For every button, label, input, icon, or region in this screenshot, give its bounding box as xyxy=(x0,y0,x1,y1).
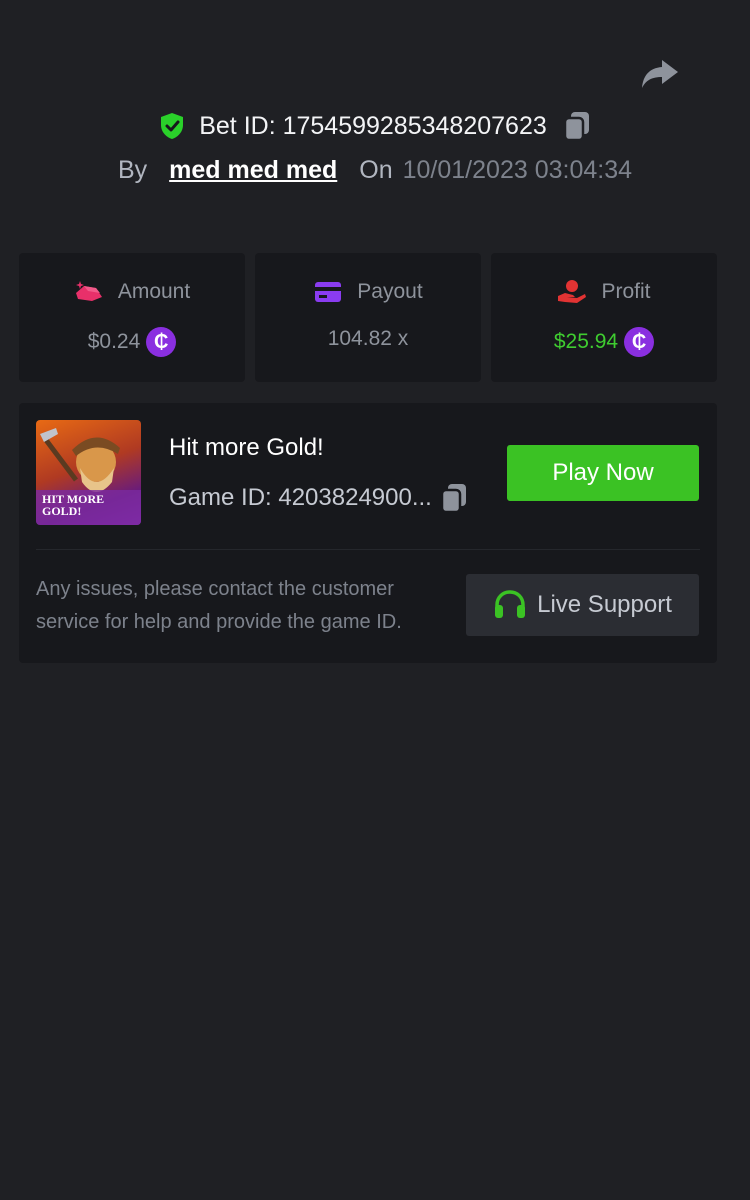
stat-amount-value: $0.24 xyxy=(87,330,141,353)
game-title: Hit more Gold! xyxy=(169,434,324,461)
game-card: HIT MORE GOLD! Hit more Gold! Game ID: 4… xyxy=(19,403,717,663)
hand-coin-icon xyxy=(558,280,587,303)
stat-amount: Amount $0.24 ₵ xyxy=(19,253,245,382)
stat-profit-label: Profit xyxy=(601,280,651,303)
coin-icon: ₵ xyxy=(624,327,655,357)
bet-id-text: Bet ID: 1754599285348207623 xyxy=(199,111,547,140)
game-thumbnail[interactable]: HIT MORE GOLD! xyxy=(36,420,141,525)
stat-payout-value: 104.82 x xyxy=(327,327,409,350)
by-label: By xyxy=(117,156,148,184)
gold-bars-icon xyxy=(75,281,102,301)
bet-id-row: Bet ID: 1754599285348207623 xyxy=(0,110,750,142)
game-id-row: Game ID: 4203824900... xyxy=(169,482,468,514)
card-icon xyxy=(315,282,342,302)
bet-datetime: 10/01/2023 03:04:34 xyxy=(402,156,633,184)
author-row: By med med med On 10/01/2023 03:04:34 xyxy=(0,156,750,185)
copy-icon[interactable] xyxy=(563,110,591,142)
thumb-logo-text: HIT MORE GOLD! xyxy=(42,492,105,518)
share-icon[interactable] xyxy=(640,56,680,92)
copy-icon[interactable] xyxy=(440,482,468,514)
headset-icon xyxy=(495,590,526,618)
stat-profit-value: $25.94 xyxy=(553,330,619,353)
verified-shield-icon xyxy=(161,113,184,139)
coin-icon: ₵ xyxy=(146,327,177,357)
stat-profit: Profit $25.94 ₵ xyxy=(491,253,717,382)
on-label: On xyxy=(359,156,393,184)
stats-row: Amount $0.24 ₵ Payout 104.82 x Profit $2… xyxy=(19,253,717,382)
stat-amount-label: Amount xyxy=(117,280,191,303)
stat-payout-label: Payout xyxy=(357,280,423,303)
live-support-button[interactable]: Live Support xyxy=(466,574,699,636)
username-link[interactable]: med med med xyxy=(169,156,337,185)
stat-payout: Payout 104.82 x xyxy=(255,253,481,382)
play-now-button[interactable]: Play Now xyxy=(507,445,699,501)
help-text: Any issues, please contact the customer … xyxy=(36,578,402,633)
divider xyxy=(36,549,700,550)
live-support-label: Live Support xyxy=(537,591,672,618)
game-id-text: Game ID: 4203824900... xyxy=(169,484,432,511)
